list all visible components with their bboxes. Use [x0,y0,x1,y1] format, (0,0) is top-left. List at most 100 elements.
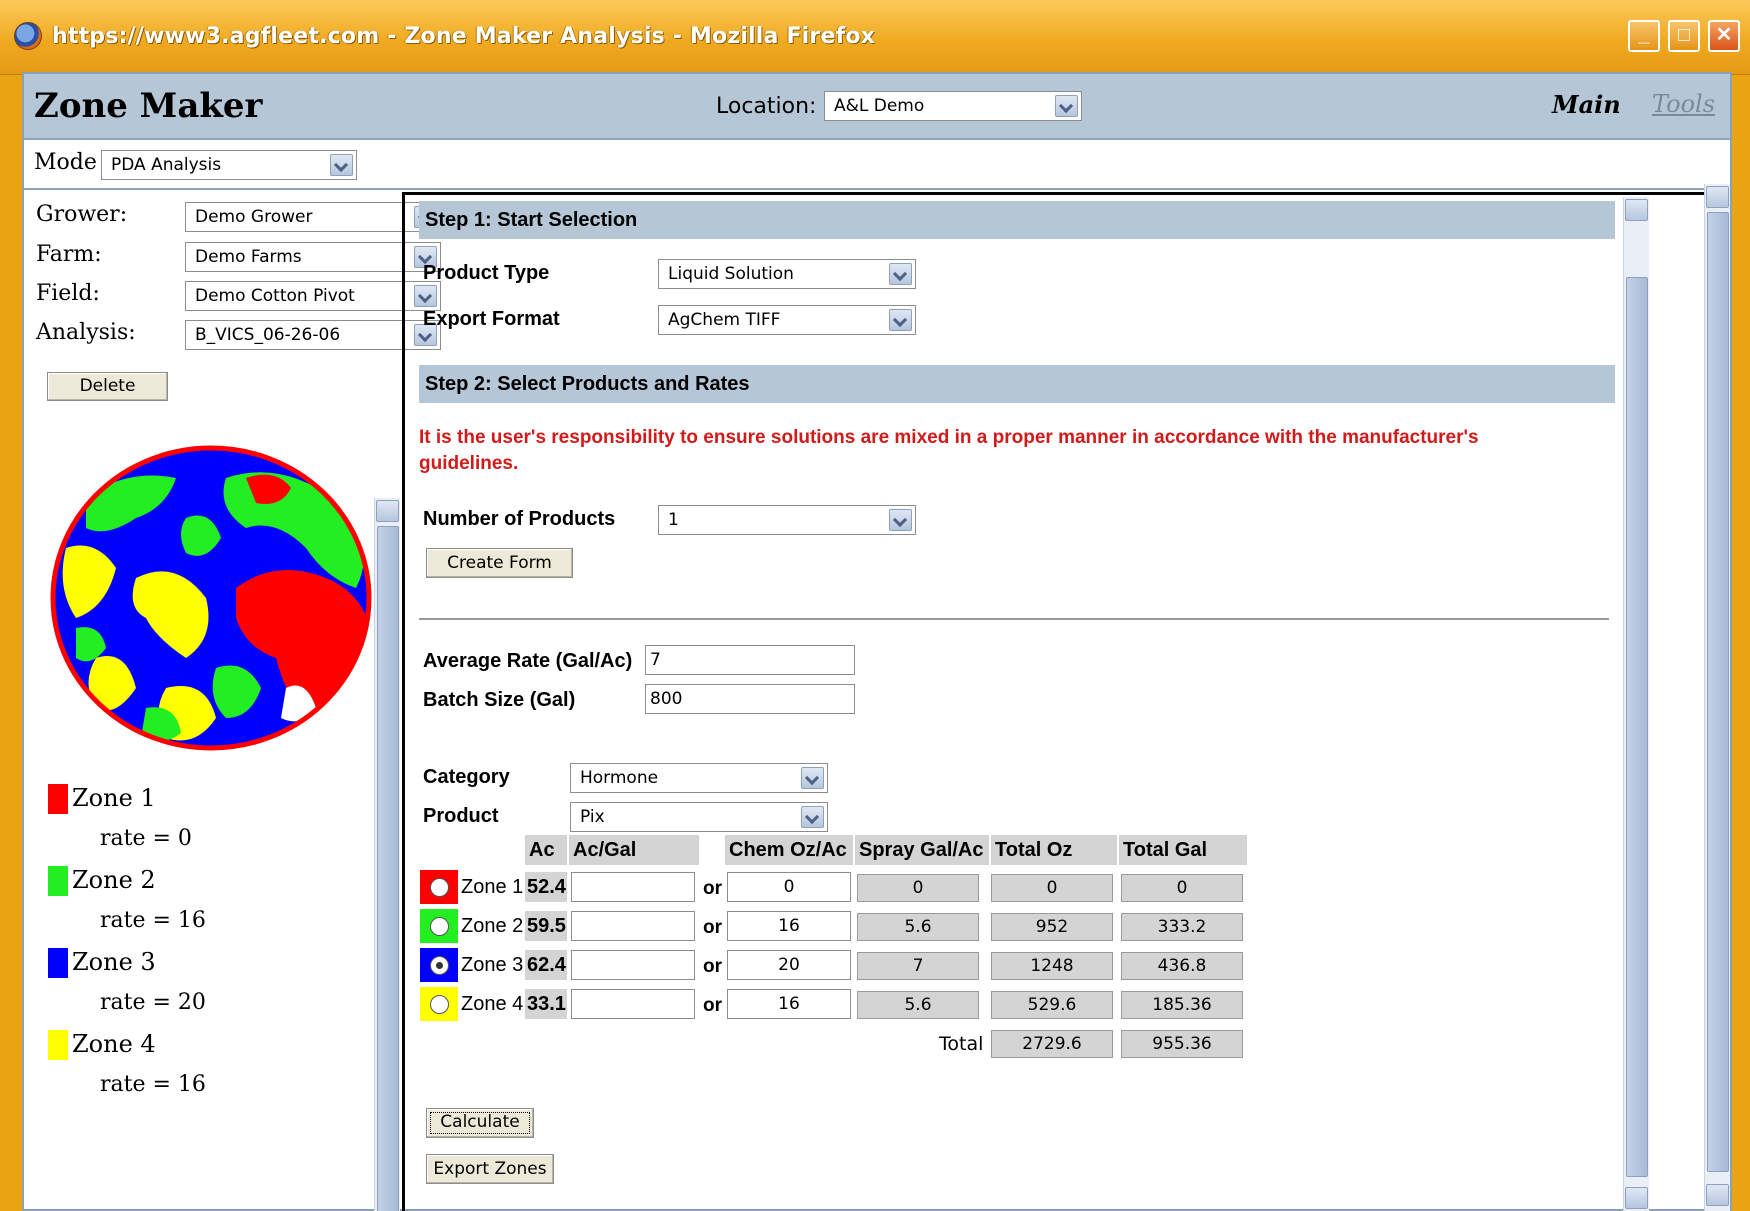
zone-1-swatch [48,784,68,814]
zone-3-spray: 7 [857,952,979,980]
chevron-down-icon [889,309,912,331]
header-totalgal: Total Gal [1119,835,1247,865]
chevron-down-icon [889,509,912,531]
export-format-select[interactable]: AgChem TIFF [658,305,916,335]
export-zones-button[interactable]: Export Zones [426,1154,554,1184]
zone-2-chem-input[interactable]: 16 [727,911,851,941]
zone-1-acgal-input[interactable] [571,872,695,902]
zone-2-totaloz: 952 [991,913,1113,941]
zone-3-acgal-input[interactable] [571,950,695,980]
app-title: Zone Maker [34,86,263,126]
zone-4-color-cell [420,987,458,1021]
header-ac: Ac [525,835,567,865]
minimize-button[interactable]: _ [1628,20,1660,52]
header-spray: Spray Gal/Ac [855,835,989,865]
nav-main-link[interactable]: Main [1552,90,1621,119]
mode-label: Mode [34,150,97,175]
step2-header: Step 2: Select Products and Rates [419,365,1615,403]
location-select[interactable]: A&L Demo [824,91,1082,121]
zone-4-acgal-input[interactable] [571,989,695,1019]
zone-3-ac: 62.4 [525,950,567,980]
total-oz: 2729.6 [991,1030,1113,1058]
right-inner-scrollbar[interactable] [1623,197,1649,1211]
chevron-down-icon [1055,95,1078,117]
zone-1-chem-input[interactable]: 0 [727,872,851,902]
zone-1-name: Zone 1 [461,876,524,898]
scroll-up-icon[interactable] [1625,199,1648,221]
header-acgal: Ac/Gal [569,835,699,865]
category-select[interactable]: Hormone [570,763,828,793]
zone-3-chem-input[interactable]: 20 [727,950,851,980]
close-button[interactable]: ✕ [1708,20,1740,52]
product-type-select[interactable]: Liquid Solution [658,259,916,289]
product-type-label: Product Type [423,262,550,284]
grower-label: Grower: [36,202,128,227]
category-label: Category [423,766,510,788]
zone-2-name: Zone 2 [461,915,524,937]
total-gal: 955.36 [1121,1030,1243,1058]
zone-1-label: Zone 1 [72,784,156,812]
zone-2-swatch [48,866,68,896]
scroll-down-icon[interactable] [1706,1184,1729,1206]
scroll-thumb[interactable] [1707,212,1729,1172]
left-scrollbar[interactable] [374,498,400,1211]
zone-4-chem-input[interactable]: 16 [727,989,851,1019]
or-label: or [703,917,722,938]
analysis-label: Analysis: [36,320,136,345]
browser-title: https://www3.agfleet.com - Zone Maker An… [52,24,876,49]
or-label: or [703,956,722,977]
zone-1-radio[interactable] [430,878,449,897]
window-scrollbar[interactable] [1704,184,1730,1211]
field-value: Demo Cotton Pivot [195,286,355,306]
divider [419,618,1609,620]
product-select[interactable]: Pix [570,802,828,832]
num-products-select[interactable]: 1 [658,505,916,535]
zone-4-radio[interactable] [430,995,449,1014]
calculate-button[interactable]: Calculate [426,1108,534,1138]
zone-4-name: Zone 4 [461,993,524,1015]
scroll-thumb[interactable] [1626,277,1648,1177]
zone-3-color-cell [420,948,458,982]
location-value: A&L Demo [834,96,925,116]
delete-button[interactable]: Delete [47,372,168,401]
nav-tools-link[interactable]: Tools [1652,90,1715,118]
zone-1-color-cell [420,870,458,904]
or-label: or [703,878,722,899]
mode-select[interactable]: PDA Analysis [101,150,357,180]
browser-title-bar: https://www3.agfleet.com - Zone Maker An… [0,0,1750,75]
chevron-down-icon [801,806,824,828]
scroll-thumb[interactable] [377,526,399,1211]
chevron-down-icon [889,263,912,285]
zone-1-rate: rate = 0 [100,826,192,851]
zone-1-ac: 52.4 [525,872,567,902]
scroll-up-icon[interactable] [1706,186,1729,208]
create-form-button[interactable]: Create Form [426,548,573,578]
batch-size-input[interactable]: 800 [645,684,855,714]
mode-value: PDA Analysis [111,155,222,175]
farm-label: Farm: [36,242,102,267]
app-window: Zone Maker Location: A&L Demo Main Tools… [22,72,1732,1211]
field-label: Field: [36,281,100,306]
left-panel: Grower: Demo Grower Farm: Demo Farms Fie… [24,192,441,1211]
scroll-down-icon[interactable] [1625,1187,1648,1209]
or-label: or [703,995,722,1016]
zone-2-acgal-input[interactable] [571,911,695,941]
zone-1-totaloz: 0 [991,874,1113,902]
maximize-button[interactable]: □ [1668,20,1700,52]
avg-rate-input[interactable]: 7 [645,645,855,675]
zone-2-spray: 5.6 [857,913,979,941]
grower-value: Demo Grower [195,207,313,227]
product-label: Product [423,805,499,827]
zone-3-totaloz: 1248 [991,952,1113,980]
num-products-label: Number of Products [423,508,616,530]
zone-2-rate: rate = 16 [100,908,206,933]
zone-3-radio[interactable] [430,956,449,975]
zone-4-totalgal: 185.36 [1121,991,1243,1019]
zone-4-ac: 33.1 [525,989,567,1019]
chevron-down-icon [801,767,824,789]
warning-message: It is the user's responsibility to ensur… [419,427,1479,474]
step1-header: Step 1: Start Selection [419,201,1615,239]
zone-2-radio[interactable] [430,917,449,936]
zone-2-ac: 59.5 [525,911,567,941]
scroll-up-icon[interactable] [376,500,399,522]
